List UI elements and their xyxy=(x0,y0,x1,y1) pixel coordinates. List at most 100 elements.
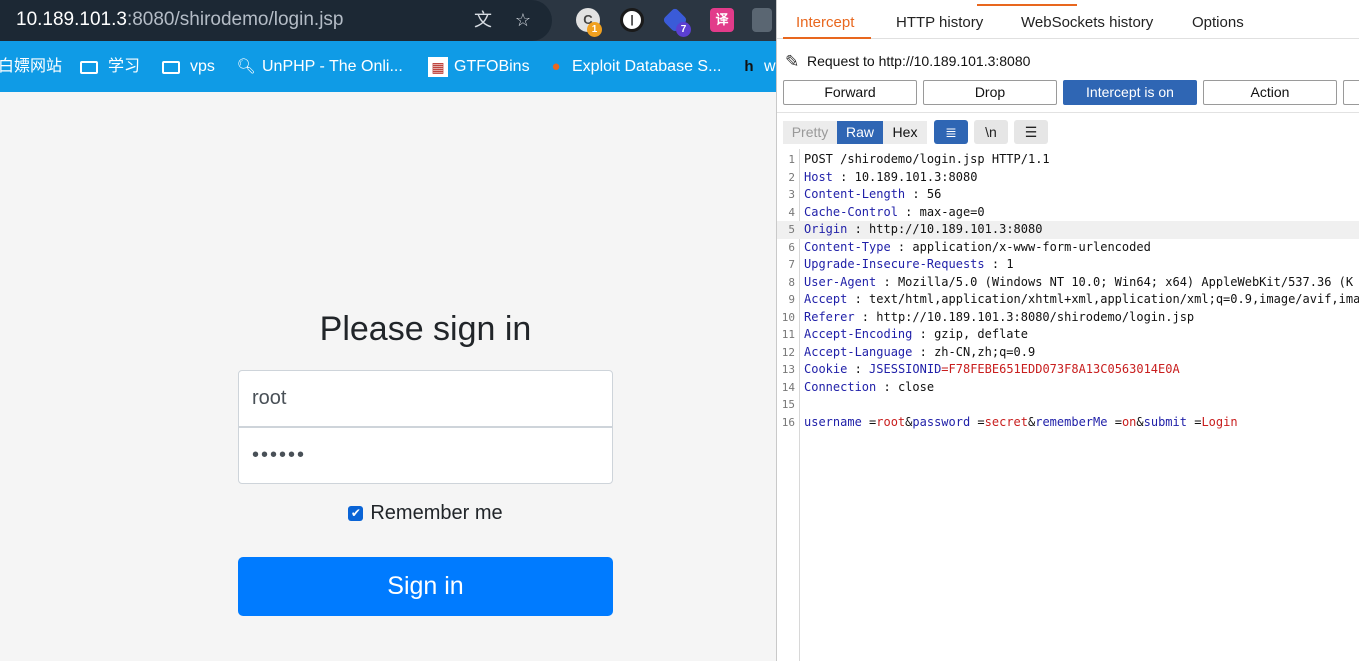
star-icon[interactable]: ☆ xyxy=(512,9,534,31)
active-tab-underline xyxy=(783,37,871,39)
puzzle-icon[interactable] xyxy=(752,8,772,32)
header-key: Content-Type xyxy=(804,239,891,254)
header-key: Referer xyxy=(804,309,855,324)
password-input[interactable]: •••••• xyxy=(238,427,613,484)
url-field[interactable]: 10.189.101.3:8080/shirodemo/login.jsp 文 … xyxy=(0,0,552,41)
header-value: http://10.189.101.3:8080/shirodemo/login… xyxy=(876,309,1195,324)
magnifier-icon: 🔍︎ xyxy=(236,58,256,75)
bookmarks-bar: 白嫖网站 学习 vps 🔍︎ UnPHP - The Onli... ▦ GTFOB… xyxy=(0,41,776,92)
header-sep: : xyxy=(984,257,1007,271)
header-key: Content-Length xyxy=(804,187,906,201)
action-button[interactable]: Action xyxy=(1203,80,1337,105)
header-key: Cookie xyxy=(804,362,848,376)
line-number: 3 xyxy=(788,188,795,201)
bookmark-label: 学习 xyxy=(108,58,141,75)
bookmark-label: w xyxy=(764,58,776,75)
bookmark-item[interactable]: ▦ GTFOBins xyxy=(428,57,530,77)
param-name: rememberMe xyxy=(1035,414,1108,429)
remember-row: ✔ Remember me xyxy=(238,502,613,525)
forward-button[interactable]: Forward xyxy=(783,80,917,105)
extension-badge: 1 xyxy=(587,22,602,37)
bookmark-item[interactable]: 🔍︎ UnPHP - The Onli... xyxy=(236,57,403,77)
tab-http-history[interactable]: HTTP history xyxy=(896,14,983,31)
header-line-highlighted: 5 Origin : http://10.189.101.3:8080 xyxy=(777,221,1359,239)
bookmark-item[interactable]: hw xyxy=(742,57,776,77)
header-value: http://10.189.101.3:8080 xyxy=(869,222,1043,236)
bookmark-folder[interactable]: vps xyxy=(162,57,215,77)
username-input[interactable]: root xyxy=(238,370,613,427)
translate-extension-icon[interactable]: 译 xyxy=(710,8,734,32)
header-value: zh-CN,zh;q=0.9 xyxy=(934,344,1036,359)
line-number: 5 xyxy=(788,223,795,236)
password-manager-icon[interactable]: | xyxy=(620,8,644,32)
header-key: Origin xyxy=(804,222,848,236)
param-name: password xyxy=(912,414,971,429)
line-number: 13 xyxy=(781,363,795,376)
header-value: max-age=0 xyxy=(919,204,985,219)
show-newlines-button[interactable]: \n xyxy=(974,120,1008,144)
bookmark-item[interactable]: ● Exploit Database S... xyxy=(546,57,721,77)
blank-line: 15 xyxy=(777,396,1359,414)
line-number: 1 xyxy=(788,153,795,166)
view-pretty[interactable]: Pretty xyxy=(783,121,837,144)
param-name: username xyxy=(804,414,862,429)
message-view-toolbar: Pretty Raw Hex ≣ \n ☰ xyxy=(777,112,1359,148)
remember-me-checkbox[interactable]: ✔ xyxy=(348,506,364,521)
view-hex[interactable]: Hex xyxy=(883,121,927,144)
param-value: root xyxy=(876,414,906,429)
intercept-toggle-button[interactable]: Intercept is on xyxy=(1063,80,1197,105)
address-bar: 10.189.101.3:8080/shirodemo/login.jsp 文 … xyxy=(0,0,776,41)
header-key: Accept xyxy=(804,292,848,306)
folder-icon xyxy=(162,61,180,74)
header-line: 6 Content-Type : application/x-www-form-u… xyxy=(777,239,1359,257)
hamburger-menu-icon[interactable]: ☰ xyxy=(1014,120,1048,144)
burp-proxy-panel: Intercept HTTP history WebSockets histor… xyxy=(776,0,1359,661)
header-sep: : xyxy=(905,187,927,201)
tab-options[interactable]: Options xyxy=(1192,14,1244,31)
header-key: Cache-Control xyxy=(804,204,898,219)
line-number: 11 xyxy=(781,328,795,341)
bookmark-item[interactable]: 白嫖网站 xyxy=(0,57,62,77)
line-number: 2 xyxy=(788,170,795,184)
bug-icon: ● xyxy=(551,58,561,75)
header-key: Connection xyxy=(804,379,877,394)
pencil-icon[interactable]: ✎ xyxy=(785,52,807,72)
view-raw[interactable]: Raw xyxy=(837,121,883,144)
cookie-value: =F78FEBE651EDD073F8A13C0563014E0A xyxy=(941,362,1180,376)
header-value: close xyxy=(897,379,935,394)
header-sep: : xyxy=(912,344,935,359)
param-value: on xyxy=(1121,414,1137,429)
drop-button[interactable]: Drop xyxy=(923,80,1057,105)
overflow-button[interactable] xyxy=(1343,80,1359,105)
header-value: 10.189.101.3:8080 xyxy=(854,169,978,184)
wrap-lines-icon[interactable]: ≣ xyxy=(934,120,968,144)
line-number: 7 xyxy=(788,258,795,271)
header-sep: : xyxy=(890,239,913,254)
header-key: Accept-Encoding xyxy=(804,327,913,341)
line-number: 14 xyxy=(781,380,795,394)
request-line-text: POST /shirodemo/login.jsp HTTP/1.1 xyxy=(804,152,1050,166)
line-number: 8 xyxy=(788,275,795,289)
header-sep: : xyxy=(876,379,898,394)
translate-icon[interactable]: 文 xyxy=(472,9,494,31)
url-path: :8080/shirodemo/login.jsp xyxy=(126,9,344,30)
header-line: 10 Referer : http://10.189.101.3:8080/shi… xyxy=(777,309,1359,327)
tab-websockets-history[interactable]: WebSockets history xyxy=(1021,14,1153,31)
bookmark-label: UnPHP - The Onli... xyxy=(262,58,403,75)
remember-me-label: Remember me xyxy=(370,502,503,524)
header-line: 3 Content-Length : 56 xyxy=(777,186,1359,204)
header-line: 8 User-Agent : Mozilla/5.0 (Windows NT 10… xyxy=(777,274,1359,292)
param-value: secret xyxy=(984,414,1028,429)
tab-intercept[interactable]: Intercept xyxy=(796,14,854,31)
header-value: 1 xyxy=(1006,257,1014,271)
header-key: User-Agent xyxy=(804,274,877,289)
raw-request-editor[interactable]: 1 POST /shirodemo/login.jsp HTTP/1.1 2 Hos… xyxy=(777,149,1359,661)
request-line: 1 POST /shirodemo/login.jsp HTTP/1.1 xyxy=(777,151,1359,169)
header-sep: : xyxy=(847,292,870,306)
sign-in-button[interactable]: Sign in xyxy=(238,557,613,616)
line-number: 6 xyxy=(788,240,795,254)
header-value: Mozilla/5.0 (Windows NT 10.0; Win64; x64… xyxy=(897,274,1354,289)
bookmark-folder[interactable]: 学习 xyxy=(80,57,140,77)
header-line: 11 Accept-Encoding : gzip, deflate xyxy=(777,326,1359,344)
cookie-line: 13 Cookie : JSESSIONID=F78FEBE651EDD073F8… xyxy=(777,361,1359,379)
